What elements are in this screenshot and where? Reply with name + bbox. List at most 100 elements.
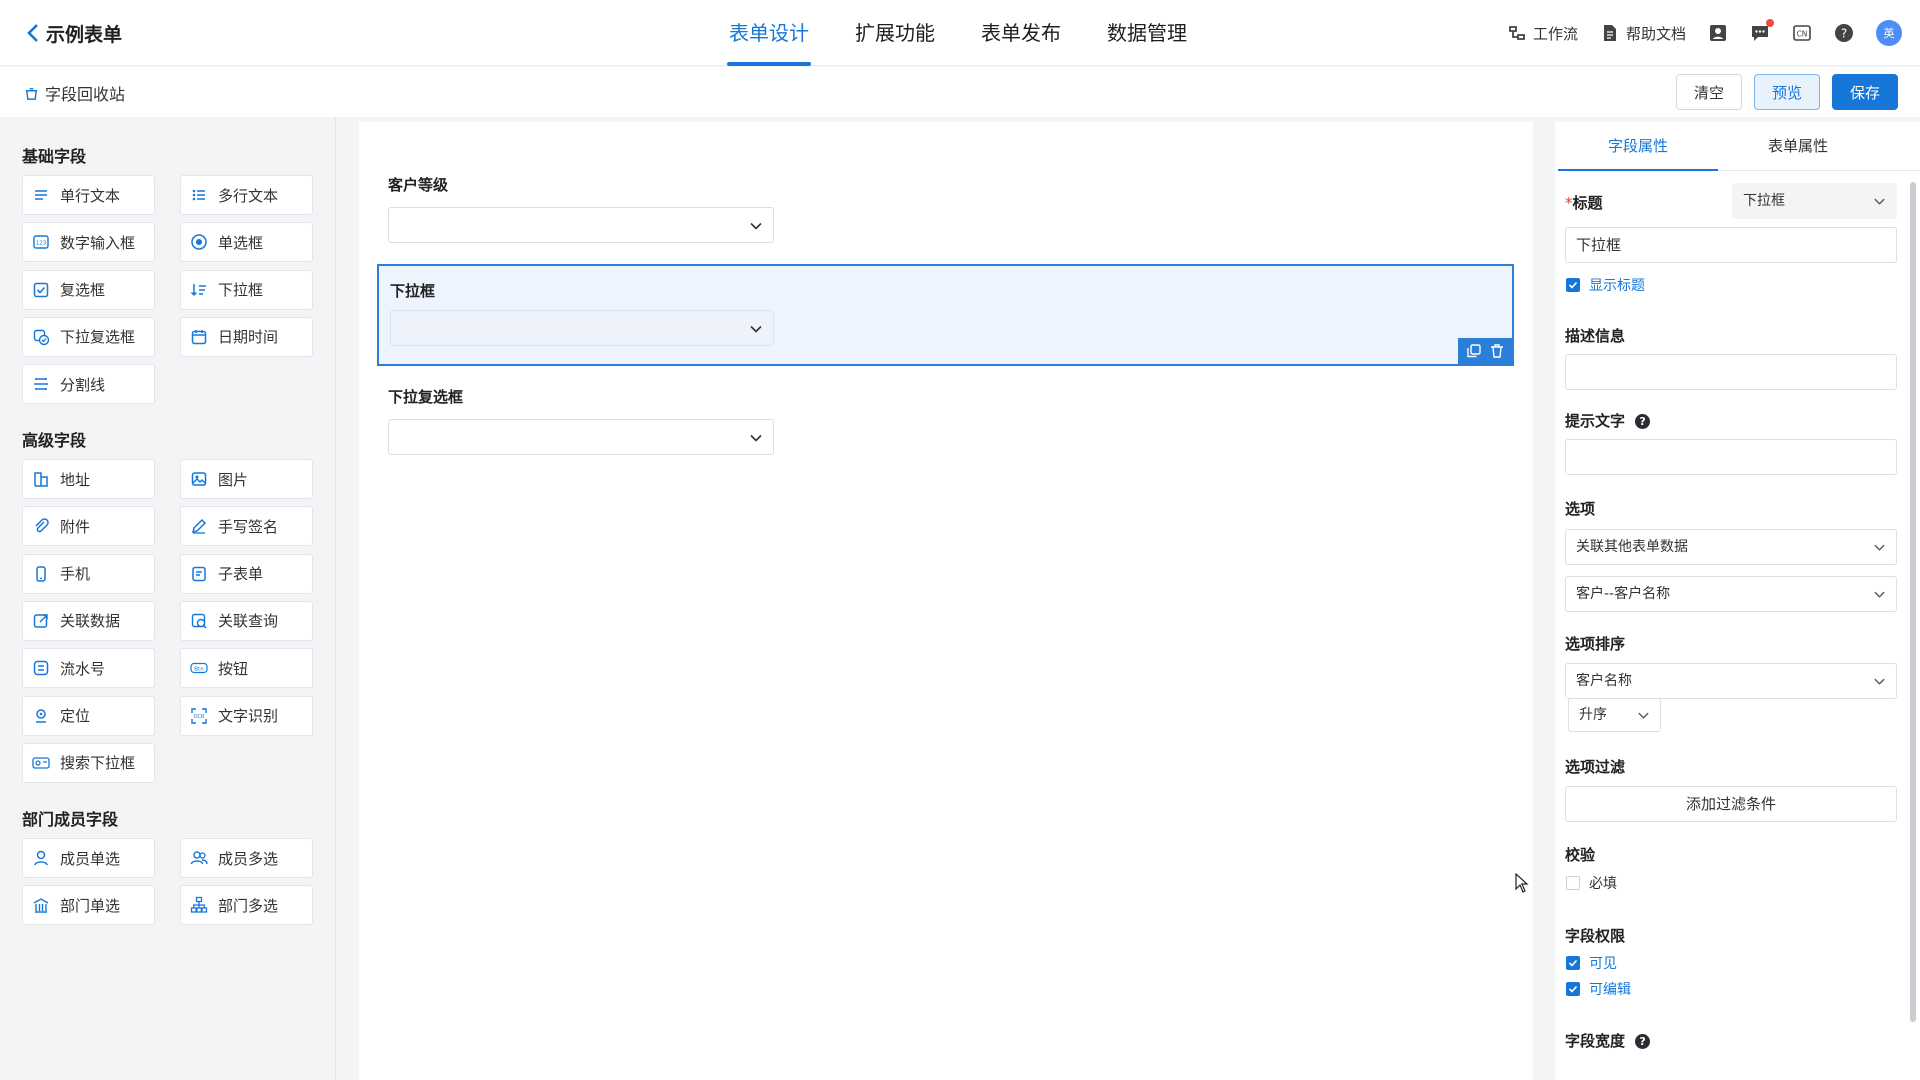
palette-item[interactable]: 关联查询: [180, 600, 313, 641]
palette-item[interactable]: 附件: [22, 506, 155, 547]
palette-item[interactable]: 手写签名: [180, 506, 313, 547]
palette-item[interactable]: Btn 按钮: [180, 648, 313, 689]
copy-icon[interactable]: [1466, 344, 1481, 358]
field-palette: 基础字段 单行文本 多行文本 123 数字输入框 单选框 复选框 下拉框 下拉复选框 日期时间分…: [0, 117, 336, 1080]
form-field[interactable]: 客户等级: [388, 174, 774, 243]
button-icon: Btn: [189, 658, 209, 678]
divider-icon: [31, 374, 51, 394]
contacts-button[interactable]: [1708, 23, 1728, 43]
messages-button[interactable]: [1750, 19, 1774, 43]
sort-field-select[interactable]: 客户名称: [1565, 663, 1897, 699]
palette-item[interactable]: 复选框: [22, 269, 155, 310]
help-docs-button[interactable]: 帮助文档: [1600, 23, 1686, 44]
help-button[interactable]: ?: [1834, 23, 1854, 43]
palette-item[interactable]: 分割线: [22, 364, 155, 405]
description-label: 描述信息: [1565, 327, 1626, 345]
chevron-down-icon: [1874, 544, 1885, 551]
palette-item[interactable]: 成员单选: [22, 838, 155, 878]
palette-item-label: 文字识别: [218, 707, 279, 725]
properties-panel: 字段属性 表单属性 *标题 下拉框 下拉框 显示标题 描述信息 提示文字? 选项…: [1555, 122, 1920, 1080]
tab-form-design[interactable]: 表单设计: [727, 0, 811, 66]
trash-icon[interactable]: [1490, 344, 1504, 358]
palette-item[interactable]: 流水号: [22, 648, 155, 689]
tab-field-properties[interactable]: 字段属性: [1558, 122, 1718, 171]
multi-dropdown-icon: [31, 327, 51, 347]
palette-item-label: 附件: [60, 517, 91, 536]
palette-item-label: 部门单选: [60, 896, 121, 915]
svg-text:?: ?: [1841, 27, 1847, 41]
palette-item-label: 单选框: [218, 233, 264, 252]
location-icon: [31, 706, 51, 726]
palette-item-label: 下拉复选框: [60, 328, 136, 347]
form-field[interactable]: 下拉复选框: [388, 386, 774, 455]
building-icon: [31, 469, 51, 489]
dropdown-input[interactable]: [390, 310, 774, 346]
field-type-select[interactable]: 下拉框: [1732, 183, 1897, 219]
top-bar: 示例表单 表单设计 扩展功能 表单发布 数据管理 工作流 帮助文档 CN ? 英: [0, 0, 1920, 66]
question-icon[interactable]: ?: [1635, 414, 1651, 429]
recycle-icon: [25, 87, 38, 100]
user-avatar-button[interactable]: 英: [1876, 20, 1902, 46]
palette-item[interactable]: 123 数字输入框: [22, 222, 155, 263]
editable-checkbox[interactable]: 可编辑: [1566, 979, 1631, 999]
palette-item[interactable]: 图片: [180, 459, 313, 499]
palette-item-label: 搜索下拉框: [60, 754, 136, 773]
palette-item[interactable]: 部门单选: [22, 885, 155, 926]
visible-checkbox[interactable]: 可见: [1566, 953, 1617, 973]
hint-input[interactable]: [1565, 439, 1897, 475]
dropdown-input[interactable]: [388, 419, 774, 455]
options-label: 选项: [1565, 500, 1596, 518]
palette-item[interactable]: 下拉复选框: [22, 316, 155, 357]
tab-publish[interactable]: 表单发布: [979, 0, 1063, 66]
palette-item-label: 关联查询: [218, 612, 279, 631]
save-button[interactable]: 保存: [1832, 74, 1898, 110]
palette-item-label: 流水号: [60, 659, 106, 678]
dropdown-icon: [189, 280, 209, 300]
options-field-select[interactable]: 客户--客户名称: [1565, 576, 1897, 612]
description-input[interactable]: [1565, 354, 1897, 390]
palette-item[interactable]: 关联数据: [22, 600, 155, 641]
chevron-down-icon: [750, 434, 762, 442]
palette-item[interactable]: 日期时间: [180, 316, 313, 357]
palette-item-label: 下拉框: [218, 281, 264, 300]
tab-form-properties[interactable]: 表单属性: [1718, 122, 1878, 170]
language-button[interactable]: CN: [1792, 23, 1812, 43]
recycle-label: 字段回收站: [45, 85, 126, 104]
palette-item[interactable]: 单行文本: [22, 175, 155, 215]
selected-form-field[interactable]: 下拉框: [377, 264, 1514, 366]
palette-item[interactable]: 成员多选: [180, 838, 313, 878]
palette-item[interactable]: 子表单: [180, 553, 313, 594]
show-title-checkbox[interactable]: 显示标题: [1566, 275, 1645, 295]
sort-order-select[interactable]: 升序: [1568, 698, 1661, 732]
clear-button[interactable]: 清空: [1676, 74, 1742, 110]
palette-item[interactable]: 下拉框: [180, 269, 313, 310]
workflow-button[interactable]: 工作流: [1507, 23, 1578, 44]
options-source-select[interactable]: 关联其他表单数据: [1565, 529, 1897, 565]
palette-item-label: 定位: [60, 707, 91, 725]
palette-item[interactable]: OCR 文字识别: [180, 695, 313, 736]
title-input[interactable]: 下拉框: [1565, 227, 1897, 263]
language-cn-icon: CN: [1793, 25, 1811, 41]
action-bar: 字段回收站 清空 预览 保存: [0, 67, 1920, 117]
tab-data-management[interactable]: 数据管理: [1105, 0, 1189, 66]
org-chart-icon: [189, 895, 209, 915]
dropdown-input[interactable]: [388, 207, 774, 243]
palette-item[interactable]: 地址: [22, 459, 155, 499]
field-label: 下拉框: [390, 282, 436, 300]
palette-item[interactable]: 搜索下拉框: [22, 742, 155, 783]
question-icon[interactable]: ?: [1635, 1034, 1651, 1049]
palette-item-label: 关联数据: [60, 612, 121, 631]
add-filter-button[interactable]: 添加过滤条件: [1565, 786, 1897, 822]
tab-extensions[interactable]: 扩展功能: [853, 0, 937, 66]
checkbox-checked-icon: [1566, 956, 1580, 970]
properties-scrollbar[interactable]: [1910, 182, 1916, 1022]
palette-item[interactable]: 部门多选: [180, 885, 313, 926]
palette-item[interactable]: 单选框: [180, 222, 313, 263]
preview-button[interactable]: 预览: [1754, 74, 1820, 110]
back-button[interactable]: 示例表单: [24, 19, 122, 47]
palette-item[interactable]: 定位: [22, 695, 155, 736]
palette-item[interactable]: 多行文本: [180, 175, 313, 215]
required-checkbox[interactable]: 必填: [1566, 873, 1617, 893]
palette-item[interactable]: 手机: [22, 553, 155, 594]
field-recycle-bin[interactable]: 字段回收站: [24, 81, 125, 105]
